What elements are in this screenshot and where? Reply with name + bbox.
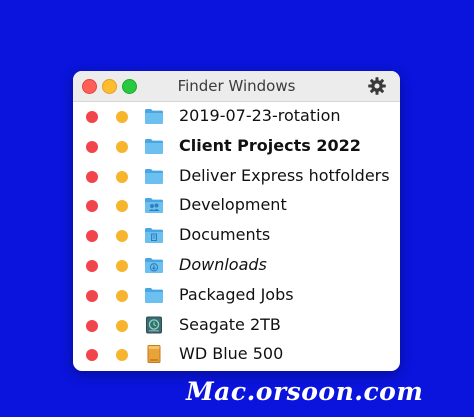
minimize-window-dot[interactable] xyxy=(116,259,128,272)
folder-icon xyxy=(144,136,164,156)
minimize-window-dot[interactable] xyxy=(116,319,128,332)
shared-folder-icon xyxy=(144,195,164,215)
minimize-window-dot[interactable] xyxy=(116,230,128,243)
finder-windows-panel: Finder Windows 2019-07-23-rotation Client… xyxy=(73,71,400,371)
close-window-dot[interactable] xyxy=(86,140,98,153)
documents-folder-icon xyxy=(144,225,164,245)
minimize-window-dot[interactable] xyxy=(116,170,128,183)
close-window-dot[interactable] xyxy=(86,111,98,123)
minimize-window-dot[interactable] xyxy=(116,349,128,362)
list-item[interactable]: Client Projects 2022 xyxy=(73,132,400,162)
folder-icon xyxy=(144,166,164,186)
list-item-label: WD Blue 500 xyxy=(179,344,284,364)
list-item-label: Downloads xyxy=(179,254,267,274)
minimize-window-dot[interactable] xyxy=(116,289,128,302)
close-window-dot[interactable] xyxy=(86,230,98,243)
finder-window-list: 2019-07-23-rotation Client Projects 2022 D… xyxy=(73,102,400,370)
close-window-dot[interactable] xyxy=(86,170,98,183)
list-item-label: Client Projects 2022 xyxy=(179,135,361,155)
list-item[interactable]: Seagate 2TB xyxy=(73,311,400,341)
minimize-window-dot[interactable] xyxy=(116,140,128,153)
list-item[interactable]: Development xyxy=(73,191,400,221)
list-item[interactable]: 2019-07-23-rotation xyxy=(73,102,400,132)
minimize-window-dot[interactable] xyxy=(116,200,128,213)
close-window-dot[interactable] xyxy=(86,319,98,332)
minimize-window-dot[interactable] xyxy=(116,111,128,123)
list-item-label: 2019-07-23-rotation xyxy=(179,106,341,125)
folder-icon xyxy=(144,285,164,305)
close-window-dot[interactable] xyxy=(86,259,98,272)
title-bar: Finder Windows xyxy=(73,71,400,102)
list-item[interactable]: Downloads xyxy=(73,251,400,281)
list-item-label: Development xyxy=(179,195,287,215)
close-window-dot[interactable] xyxy=(86,289,98,302)
external-drive-icon xyxy=(144,344,164,364)
list-item-label: Deliver Express hotfolders xyxy=(179,165,390,185)
list-item-label: Documents xyxy=(179,225,271,245)
list-item-label: Seagate 2TB xyxy=(179,314,281,334)
watermark-text: Mac.orsoon.com xyxy=(186,377,424,406)
list-item[interactable]: Deliver Express hotfolders xyxy=(73,162,400,192)
list-item[interactable]: Documents xyxy=(73,221,400,251)
window-title: Finder Windows xyxy=(177,77,296,95)
list-item[interactable]: WD Blue 500 xyxy=(73,340,400,370)
close-window-dot[interactable] xyxy=(86,200,98,213)
folder-icon xyxy=(144,106,164,126)
list-item-label: Packaged Jobs xyxy=(179,284,294,304)
downloads-folder-icon xyxy=(144,255,164,275)
time-machine-drive-icon xyxy=(144,315,164,335)
gear-icon[interactable] xyxy=(367,76,387,96)
list-item[interactable]: Packaged Jobs xyxy=(73,281,400,311)
close-window-dot[interactable] xyxy=(86,349,98,362)
